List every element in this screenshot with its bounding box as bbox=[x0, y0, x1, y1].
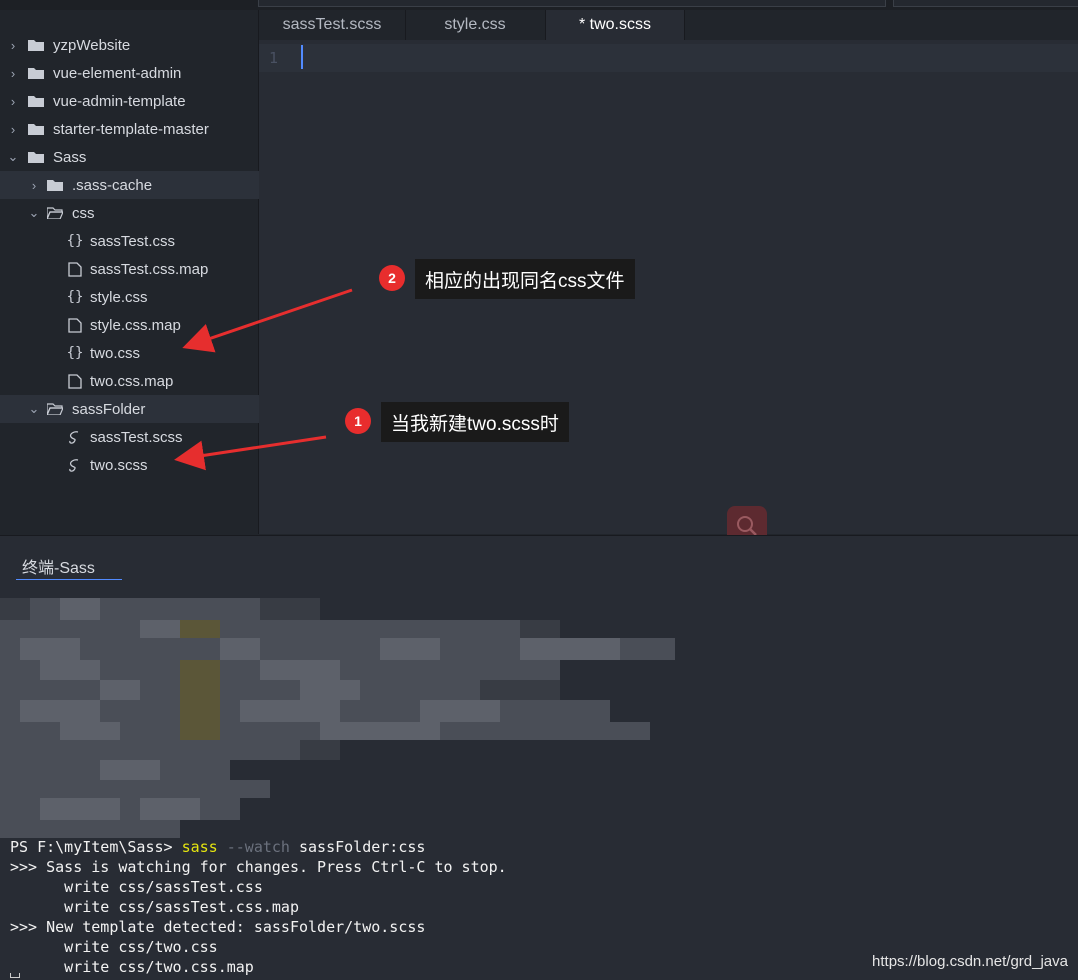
annotation-badge-2: 2 bbox=[379, 265, 405, 291]
terminal-output-line: write css/sassTest.css.map bbox=[10, 898, 299, 916]
terminal-output-line: write css/sassTest.css bbox=[10, 878, 263, 896]
watermark: https://blog.csdn.net/grd_java bbox=[872, 953, 1068, 970]
terminal-tab[interactable]: 终端-Sass bbox=[16, 554, 122, 580]
terminal-output-line: write css/two.css bbox=[10, 938, 218, 956]
terminal-flag: --watch bbox=[217, 838, 299, 856]
terminal-command-line: PS F:\myItem\Sass> sass --watch sassFold… bbox=[10, 837, 425, 857]
arrow-to-two-scss bbox=[174, 435, 327, 471]
terminal-panel[interactable]: 终端-Sass PS F:\myItem\Sass> sass --watch … bbox=[0, 535, 1078, 980]
annotation-badge-1: 1 bbox=[345, 408, 371, 434]
terminal-output-line: >>> New template detected: sassFolder/tw… bbox=[10, 918, 426, 936]
terminal-cursor bbox=[10, 973, 20, 978]
terminal-arg: sassFolder:css bbox=[299, 838, 426, 856]
pixelated-redaction bbox=[0, 598, 675, 838]
terminal-prompt: PS F:\myItem\Sass> bbox=[10, 838, 182, 856]
terminal-output-line: write css/two.css.map bbox=[10, 958, 254, 976]
annotation-callout-2: 相应的出现同名css文件 bbox=[415, 259, 635, 299]
annotation-callout-1: 当我新建two.scss时 bbox=[381, 402, 569, 442]
terminal-cmd: sass bbox=[181, 838, 218, 856]
terminal-output-line: >>> Sass is watching for changes. Press … bbox=[10, 858, 507, 876]
arrow-to-two-css bbox=[182, 288, 353, 353]
